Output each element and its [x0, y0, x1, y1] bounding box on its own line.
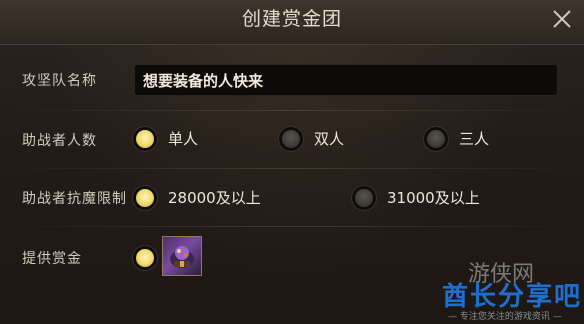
helper-count-option-double[interactable]: 双人	[282, 128, 372, 154]
dialog-title: 创建赏金团	[241, 8, 342, 30]
resistance-option-28000[interactable]: 28000及以上	[136, 187, 286, 213]
bounty-label: 提供赏金	[22, 251, 82, 267]
close-button[interactable]	[548, 5, 576, 33]
dialog-title-bar: 创建赏金团	[0, 0, 584, 45]
radio-selected-icon	[136, 189, 154, 207]
bounty-toggle[interactable]	[136, 247, 160, 273]
site-watermark-tagline: — 专注您关注的游戏资讯 —	[448, 312, 562, 322]
radio-selected-icon	[136, 130, 154, 148]
row-divider	[0, 168, 584, 169]
option-label: 双人	[314, 130, 345, 148]
purple-treasure-item-icon[interactable]	[162, 236, 202, 276]
team-name-input[interactable]: 想要装备的人快来	[134, 64, 558, 96]
helper-count-label: 助战者人数	[22, 133, 97, 149]
close-icon	[553, 10, 571, 28]
option-label: 31000及以上	[387, 189, 480, 207]
helper-count-option-triple[interactable]: 三人	[427, 128, 517, 154]
option-label: 单人	[168, 130, 199, 148]
radio-selected-icon	[136, 249, 154, 267]
option-label: 28000及以上	[168, 189, 261, 207]
option-label: 三人	[459, 130, 490, 148]
resistance-limit-label: 助战者抗魔限制	[22, 191, 127, 207]
radio-unselected-icon	[427, 130, 445, 148]
resistance-option-31000[interactable]: 31000及以上	[355, 187, 505, 213]
row-divider	[0, 226, 584, 227]
helper-count-option-single[interactable]: 单人	[136, 128, 226, 154]
radio-unselected-icon	[282, 130, 300, 148]
site-watermark: 酋长分享吧	[442, 282, 583, 312]
create-bounty-team-dialog: 创建赏金团 攻坚队名称 想要装备的人快来 助战者人数 单人 双人 三人 助战者抗…	[0, 0, 584, 324]
team-name-label: 攻坚队名称	[22, 73, 97, 89]
radio-unselected-icon	[355, 189, 373, 207]
treasure-chest-icon	[170, 246, 194, 268]
row-divider	[0, 110, 584, 111]
